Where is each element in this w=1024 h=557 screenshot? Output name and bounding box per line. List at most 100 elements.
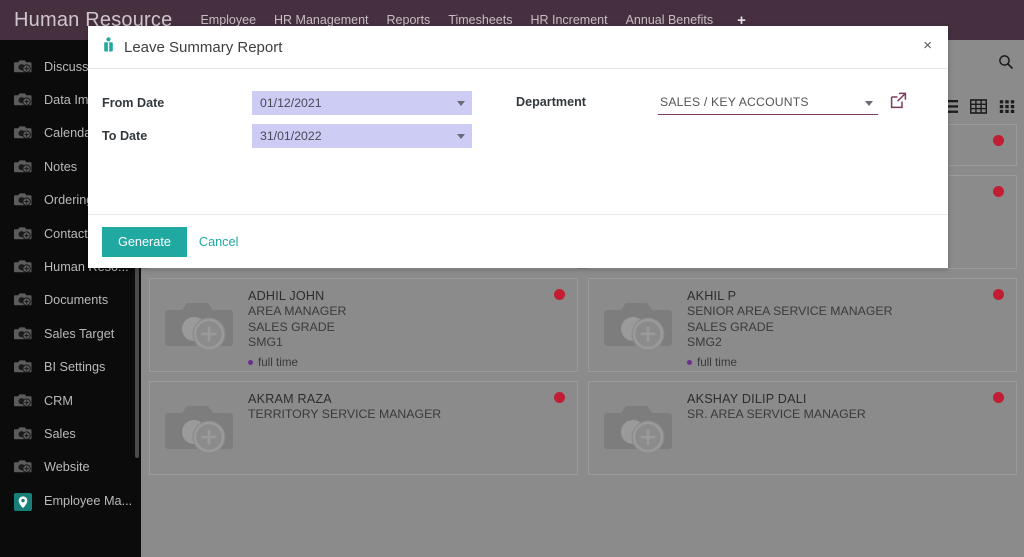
status-badge xyxy=(993,392,1004,403)
image-placeholder-icon xyxy=(13,258,33,276)
top-menu-item-reports[interactable]: Reports xyxy=(387,13,431,27)
employee-role: TERRITORY SERVICE MANAGER xyxy=(248,407,442,421)
employee-card-body: ADHIL JOHN AREA MANAGER SALES GRADE SMG1 ful… xyxy=(242,287,567,369)
to-date-input[interactable] xyxy=(252,124,472,148)
employee-grade-code: SMG1 xyxy=(248,335,283,349)
department-input[interactable] xyxy=(658,91,878,115)
status-bullet-icon xyxy=(687,359,692,365)
to-date-row: To Date xyxy=(102,124,934,148)
employee-name: AKRAM RAZA xyxy=(248,392,332,406)
top-menu-item-hr-increment[interactable]: HR Increment xyxy=(530,13,607,27)
image-placeholder-icon xyxy=(13,58,33,76)
kanban-view-icon[interactable] xyxy=(999,98,1016,115)
department-field[interactable] xyxy=(658,91,907,115)
generate-button[interactable]: Generate xyxy=(102,226,187,257)
employee-card-body: AKRAM RAZA TERRITORY SERVICE MANAGER xyxy=(242,390,567,466)
table-view-icon[interactable] xyxy=(969,98,988,115)
employee-card[interactable]: AKSHAY DILIP DALI SR. AREA SERVICE MANAGE… xyxy=(588,381,1017,475)
image-placeholder-icon xyxy=(13,425,33,443)
sidebar-item-label: Website xyxy=(44,460,90,475)
sidebar-item-bi-settings[interactable]: BI Settings xyxy=(0,351,141,384)
sidebar-item-crm[interactable]: CRM xyxy=(0,384,141,417)
sidebar-item-label: Notes xyxy=(44,159,78,174)
employee-card[interactable]: AKRAM RAZA TERRITORY SERVICE MANAGER xyxy=(149,381,578,475)
sidebar-item-label: Documents xyxy=(44,293,109,308)
employee-grade-code: SMG2 xyxy=(687,335,722,349)
image-placeholder-icon xyxy=(13,191,33,209)
top-menu-item-timesheets[interactable]: Timesheets xyxy=(448,13,512,27)
search-icon[interactable] xyxy=(998,54,1014,75)
employee-grade: SALES GRADE xyxy=(248,319,335,334)
image-placeholder-icon xyxy=(13,158,33,176)
employment-type-badge: full time xyxy=(248,354,567,371)
status-bullet-icon xyxy=(248,359,253,365)
image-placeholder-icon xyxy=(13,458,33,476)
status-badge xyxy=(993,135,1004,146)
employee-card-body: AKSHAY DILIP DALI SR. AREA SERVICE MANAGE… xyxy=(681,390,1006,466)
dialog-title: Leave Summary Report xyxy=(124,38,283,56)
top-menu-item-employee[interactable]: Employee xyxy=(200,13,256,27)
image-placeholder-icon xyxy=(13,325,33,343)
status-badge xyxy=(993,186,1004,197)
sidebar-item-documents[interactable]: Documents xyxy=(0,284,141,317)
employee-name: AKHIL P xyxy=(687,289,737,303)
sidebar-item-label: CRM xyxy=(44,393,73,408)
employee-photo-placeholder-icon xyxy=(597,287,681,363)
employee-card[interactable]: AKHIL P SENIOR AREA SERVICE MANAGER SALES … xyxy=(588,278,1017,372)
sidebar-item-website[interactable]: Website xyxy=(0,451,141,484)
status-badge xyxy=(993,289,1004,300)
employment-type-label: full time xyxy=(258,355,298,369)
sidebar-item-employee-ma[interactable]: Employee Ma... xyxy=(0,484,141,517)
department-row: Department xyxy=(516,91,907,115)
sidebar-item-label: Discuss xyxy=(44,59,89,74)
dialog-header: Leave Summary Report × xyxy=(88,26,948,69)
to-date-label: To Date xyxy=(102,129,148,143)
sidebar-item-label: Contacts xyxy=(44,226,95,241)
location-pin-icon xyxy=(13,492,33,511)
cancel-button[interactable]: Cancel xyxy=(199,235,239,249)
view-switcher xyxy=(941,98,1016,115)
image-placeholder-icon xyxy=(13,291,33,309)
from-date-label: From Date xyxy=(102,96,165,110)
chevron-down-icon[interactable] xyxy=(457,134,465,139)
external-link-icon[interactable] xyxy=(890,92,907,114)
image-placeholder-icon xyxy=(13,124,33,142)
department-label: Department xyxy=(516,95,586,109)
sidebar-item-label: BI Settings xyxy=(44,360,106,375)
to-date-field[interactable] xyxy=(252,124,472,148)
employee-role: SR. AREA SERVICE MANAGER xyxy=(687,407,866,421)
image-placeholder-icon xyxy=(13,358,33,376)
dialog-footer: Generate Cancel xyxy=(88,214,948,268)
sidebar-item-label: Ordering xyxy=(44,193,94,208)
sidebar-item-label: Sales Target xyxy=(44,326,115,341)
employee-photo-placeholder-icon xyxy=(158,390,242,466)
leave-summary-report-dialog: Leave Summary Report × From Date To Date xyxy=(88,26,948,268)
employee-card[interactable]: ADHIL JOHN AREA MANAGER SALES GRADE SMG1 ful… xyxy=(149,278,578,372)
person-icon xyxy=(102,37,115,57)
status-badge xyxy=(554,392,565,403)
image-placeholder-icon xyxy=(13,91,33,109)
employee-card-body: AKHIL P SENIOR AREA SERVICE MANAGER SALES … xyxy=(681,287,1006,369)
employee-name: ADHIL JOHN xyxy=(248,289,325,303)
employment-type-badge: full time xyxy=(687,354,1006,371)
top-menu-item-annual-benefits[interactable]: Annual Benefits xyxy=(626,13,714,27)
sidebar-item-sales[interactable]: Sales xyxy=(0,417,141,450)
employee-role: AREA MANAGER xyxy=(248,304,347,318)
top-menu-item-hr-management[interactable]: HR Management xyxy=(274,13,369,27)
employee-role: SENIOR AREA SERVICE MANAGER xyxy=(687,304,893,318)
employee-photo-placeholder-icon xyxy=(597,390,681,466)
chevron-down-icon[interactable] xyxy=(457,101,465,106)
employment-type-label: full time xyxy=(697,355,737,369)
close-icon[interactable]: × xyxy=(923,38,932,53)
sidebar-item-label: Employee Ma... xyxy=(44,493,133,508)
employee-name: AKSHAY DILIP DALI xyxy=(687,392,807,406)
chevron-down-icon[interactable] xyxy=(865,101,873,106)
from-date-input[interactable] xyxy=(252,91,472,115)
image-placeholder-icon xyxy=(13,225,33,243)
from-date-field[interactable] xyxy=(252,91,472,115)
dialog-body: From Date To Date Department xyxy=(88,69,948,214)
sidebar-item-sales-target[interactable]: Sales Target xyxy=(0,317,141,350)
status-badge xyxy=(554,289,565,300)
sidebar-scrollbar[interactable] xyxy=(135,262,139,458)
employee-photo-placeholder-icon xyxy=(158,287,242,363)
